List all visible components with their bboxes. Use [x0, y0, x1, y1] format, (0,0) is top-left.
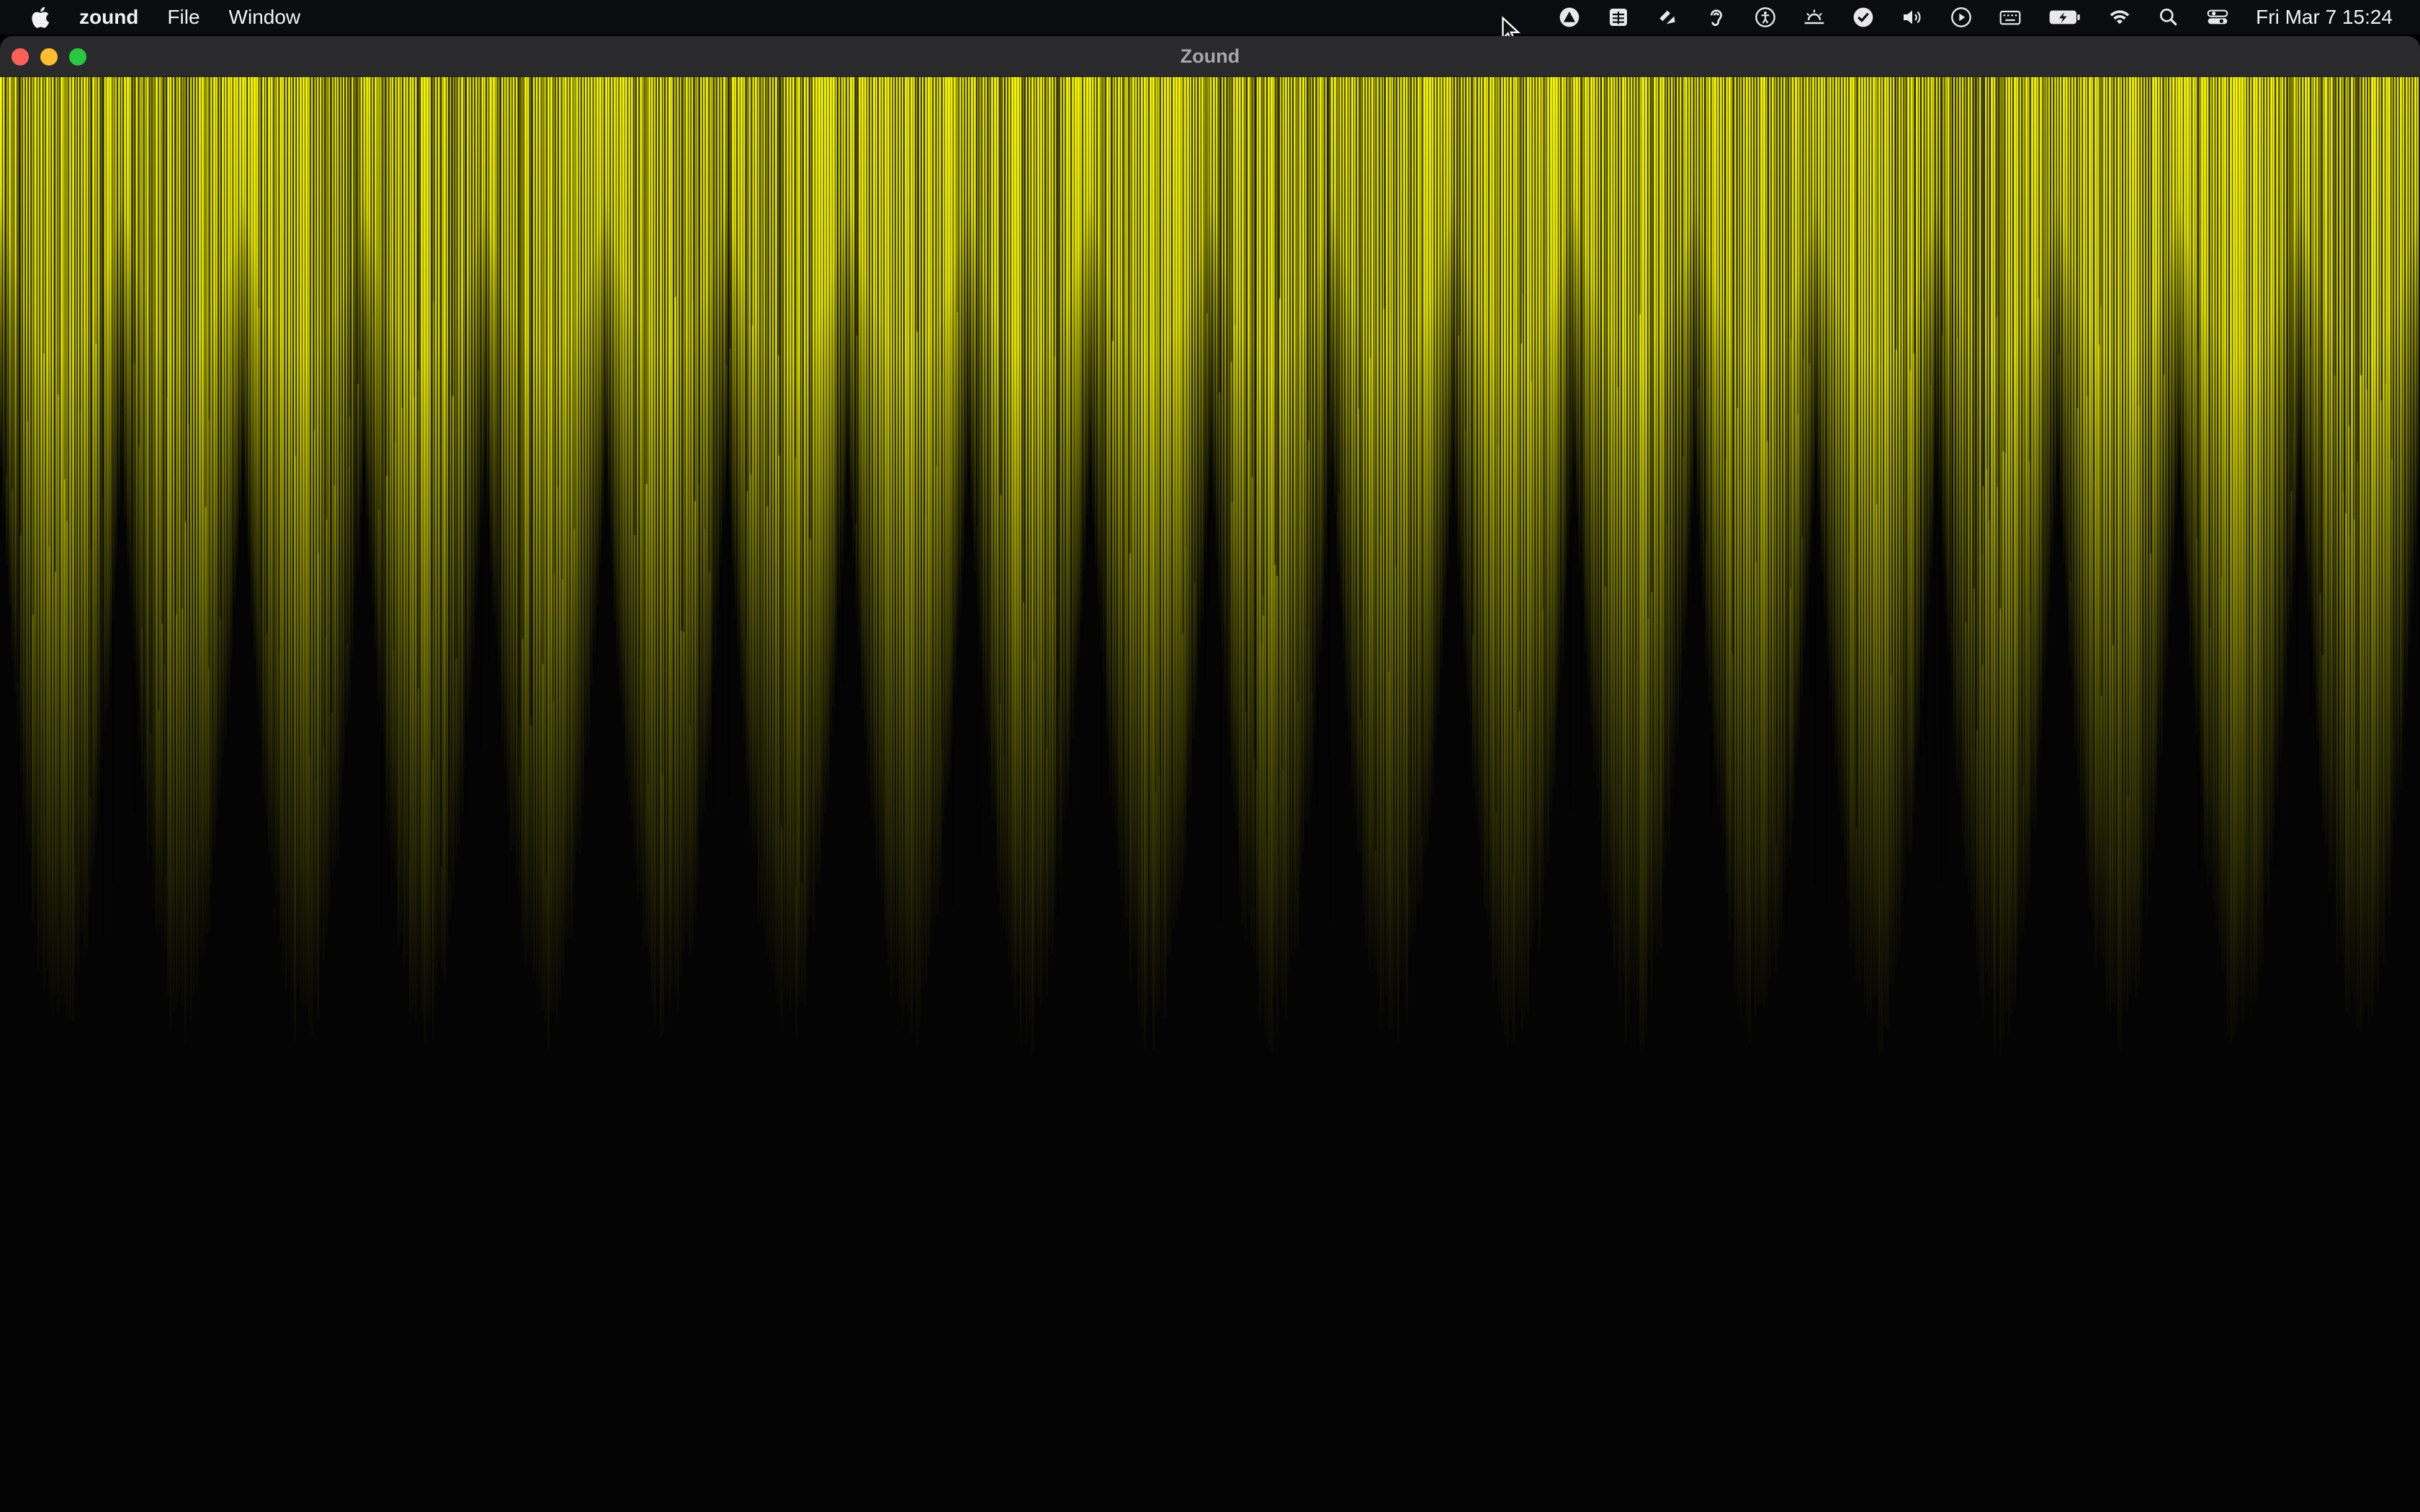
file-menu[interactable]: File — [167, 6, 200, 29]
sunrise-icon[interactable] — [1802, 5, 1827, 30]
apple-logo-icon[interactable] — [27, 3, 52, 32]
checkmark-circle-icon[interactable] — [1851, 5, 1876, 30]
audio-visualizer[interactable] — [0, 77, 2420, 1512]
window-titlebar[interactable]: Zound — [0, 36, 2420, 77]
control-center-icon[interactable] — [2205, 5, 2230, 30]
grid-window-icon[interactable] — [1606, 5, 1631, 30]
status-area: Fri Mar 7 15:24 — [1533, 0, 2393, 35]
ear-icon[interactable] — [1704, 5, 1729, 30]
alert-triangle-icon[interactable] — [1557, 5, 1582, 30]
volume-icon[interactable] — [1900, 5, 1924, 30]
app-menu-zound[interactable]: zound — [79, 6, 138, 29]
dropbox-icon[interactable] — [1655, 5, 1680, 30]
window-title: Zound — [1180, 45, 1240, 67]
battery-charging-icon[interactable] — [2047, 5, 2083, 30]
visualizer-canvas[interactable] — [0, 77, 2420, 1512]
zound-window: Zound — [0, 36, 2420, 1512]
window-menu[interactable]: Window — [229, 6, 301, 29]
accessibility-icon[interactable] — [1753, 5, 1778, 30]
menubar-clock[interactable]: Fri Mar 7 15:24 — [2256, 6, 2393, 29]
play-circle-icon[interactable] — [1949, 5, 1973, 30]
menu-bar: zound File Window Fri Mar 7 15:24 — [0, 0, 2420, 35]
keyboard-icon[interactable] — [1998, 5, 2022, 30]
wifi-icon[interactable] — [2107, 5, 2132, 30]
search-icon[interactable] — [2156, 5, 2181, 30]
